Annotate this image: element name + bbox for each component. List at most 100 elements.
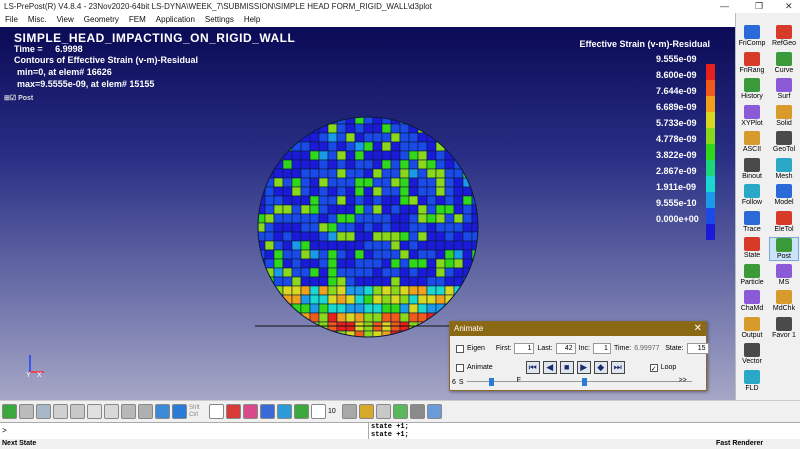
menu-geometry[interactable]: Geometry (79, 13, 124, 27)
tool-binout-button[interactable]: Binout (737, 157, 767, 180)
command-input[interactable] (2, 424, 362, 438)
tool-surf-button[interactable]: Surf (769, 78, 799, 100)
colorbar-label: 6.689e-09 (656, 102, 697, 112)
tool-label: ChaMd (740, 305, 764, 312)
state-label: State: (665, 345, 684, 352)
animate-checkbox[interactable] (456, 363, 464, 372)
toolbar-tool-icon[interactable] (410, 404, 425, 419)
stop-button[interactable]: ■ (559, 361, 574, 374)
menu-misc[interactable]: Misc. (23, 13, 52, 27)
colorbar-label: 9.555e-09 (656, 54, 697, 64)
tool-ascii-button[interactable]: ASCII (737, 131, 767, 153)
surf-icon (776, 78, 792, 92)
toolbar-tool-icon[interactable] (342, 404, 357, 419)
toolbar-tool-icon[interactable] (209, 404, 224, 419)
tool-xyplot-button[interactable]: XYPlot (737, 104, 767, 127)
minimize-icon[interactable]: — (720, 0, 729, 13)
tool-frirang-button[interactable]: FriRang (737, 51, 767, 74)
eigen-checkbox[interactable] (456, 344, 464, 353)
toolbar-tool-icon[interactable] (53, 404, 68, 419)
last-field[interactable]: 42 (555, 343, 576, 354)
colorbar-label: 7.644e-09 (656, 86, 697, 96)
toolbar-tool-icon[interactable] (121, 404, 136, 419)
shift-ctrl-label: Shft Ctrl (189, 404, 200, 418)
toolbar-tool-icon[interactable] (294, 404, 309, 419)
toolbar-tool-icon[interactable] (260, 404, 275, 419)
toolbar-tool-icon[interactable] (138, 404, 153, 419)
toolbar-tool-icon[interactable] (427, 404, 442, 419)
output-icon (744, 316, 760, 331)
tool-favor-1-button[interactable]: Favor 1 (769, 316, 799, 339)
toolbar-tool-icon[interactable] (19, 404, 34, 419)
tool-geotol-button[interactable]: GeoTol (769, 131, 799, 153)
loop-checkbox[interactable]: ✓ (649, 363, 658, 373)
animate-title: Animate (450, 322, 706, 336)
tool-chamd-button[interactable]: ChaMd (737, 290, 767, 312)
tool-trace-button[interactable]: Trace (737, 210, 767, 233)
tool-solid-button[interactable]: Solid (769, 104, 799, 127)
tool-mdchk-button[interactable]: MdChk (769, 290, 799, 312)
toolbar-tool-icon[interactable] (277, 404, 292, 419)
tool-particle-button[interactable]: Particle (737, 263, 767, 286)
next-frame-button[interactable]: ⏭ (610, 361, 625, 374)
toolbar-tool-icon[interactable] (393, 404, 408, 419)
menu-file[interactable]: File (0, 13, 23, 27)
tool-post-button[interactable]: Post (769, 237, 799, 261)
menu-settings[interactable]: Settings (200, 13, 239, 27)
tool-label: MdChk (772, 305, 796, 312)
tool-history-button[interactable]: History (737, 78, 767, 100)
frame-label: F (516, 377, 521, 384)
ascii-icon (744, 131, 760, 145)
fast-forward-label: >> (678, 377, 687, 384)
svg-text:X: X (37, 372, 42, 379)
toolbar-tool-icon[interactable] (104, 404, 119, 419)
status-right: Fast Renderer (716, 440, 764, 447)
inc-field[interactable]: 1 (592, 343, 611, 354)
toolbar-tool-icon[interactable] (70, 404, 85, 419)
maximize-icon[interactable]: ❐ (755, 0, 763, 13)
first-frame-button[interactable]: ⏮ (525, 361, 540, 374)
close-icon[interactable]: ✕ (694, 323, 702, 334)
colorbar-label: 3.822e-09 (656, 150, 697, 160)
tool-output-button[interactable]: Output (737, 316, 767, 339)
toolbar-tool-icon[interactable] (2, 404, 17, 419)
toolbar-tool-icon[interactable] (359, 404, 374, 419)
tool-eletol-button[interactable]: EleTol (769, 210, 799, 233)
toolbar-tool-icon[interactable] (172, 404, 187, 419)
tool-fld-button[interactable]: FLD (737, 369, 767, 392)
menu-application[interactable]: Application (151, 13, 200, 27)
tool-label: Trace (743, 225, 761, 233)
tool-curve-button[interactable]: Curve (769, 51, 799, 74)
menu-help[interactable]: Help (239, 13, 265, 27)
tool-ms-button[interactable]: MS (769, 263, 799, 286)
frame-slider-thumb[interactable] (581, 378, 587, 386)
curve-icon (776, 51, 792, 66)
tool-vector-button[interactable]: Vector (737, 343, 767, 365)
prev-frame-button[interactable]: ◀ (542, 361, 557, 374)
close-icon[interactable]: ✕ (785, 0, 793, 13)
toolbar-tool-icon[interactable] (36, 404, 51, 419)
frame-slider[interactable]: F >> (466, 377, 692, 386)
toolbar-tool-icon[interactable] (376, 404, 391, 419)
colorbar-segment (706, 208, 715, 224)
tool-mesh-button[interactable]: Mesh (769, 157, 799, 180)
tool-fricomp-button[interactable]: FriComp (737, 25, 767, 47)
toolbar-tool-icon[interactable] (155, 404, 170, 419)
first-field[interactable]: 1 (514, 343, 535, 354)
toolbar-tool-icon[interactable] (243, 404, 258, 419)
tool-refgeo-button[interactable]: RefGeo (769, 25, 799, 47)
tool-state-button[interactable]: State (737, 237, 767, 259)
menu-view[interactable]: View (52, 13, 79, 27)
tool-model-button[interactable]: Model (769, 184, 799, 206)
speed-slider-thumb[interactable] (488, 378, 494, 386)
binout-icon (744, 157, 760, 172)
animate-label: Animate (467, 364, 493, 371)
menu-fem[interactable]: FEM (124, 13, 151, 27)
toolbar-tool-icon[interactable] (311, 404, 326, 419)
tool-follow-button[interactable]: Follow (737, 184, 767, 206)
play-button[interactable]: ▶ (576, 361, 591, 374)
state-field[interactable]: 15 (686, 343, 709, 354)
toolbar-tool-icon[interactable] (87, 404, 102, 419)
bounce-button[interactable]: ◆ (593, 361, 608, 374)
toolbar-tool-icon[interactable] (226, 404, 241, 419)
